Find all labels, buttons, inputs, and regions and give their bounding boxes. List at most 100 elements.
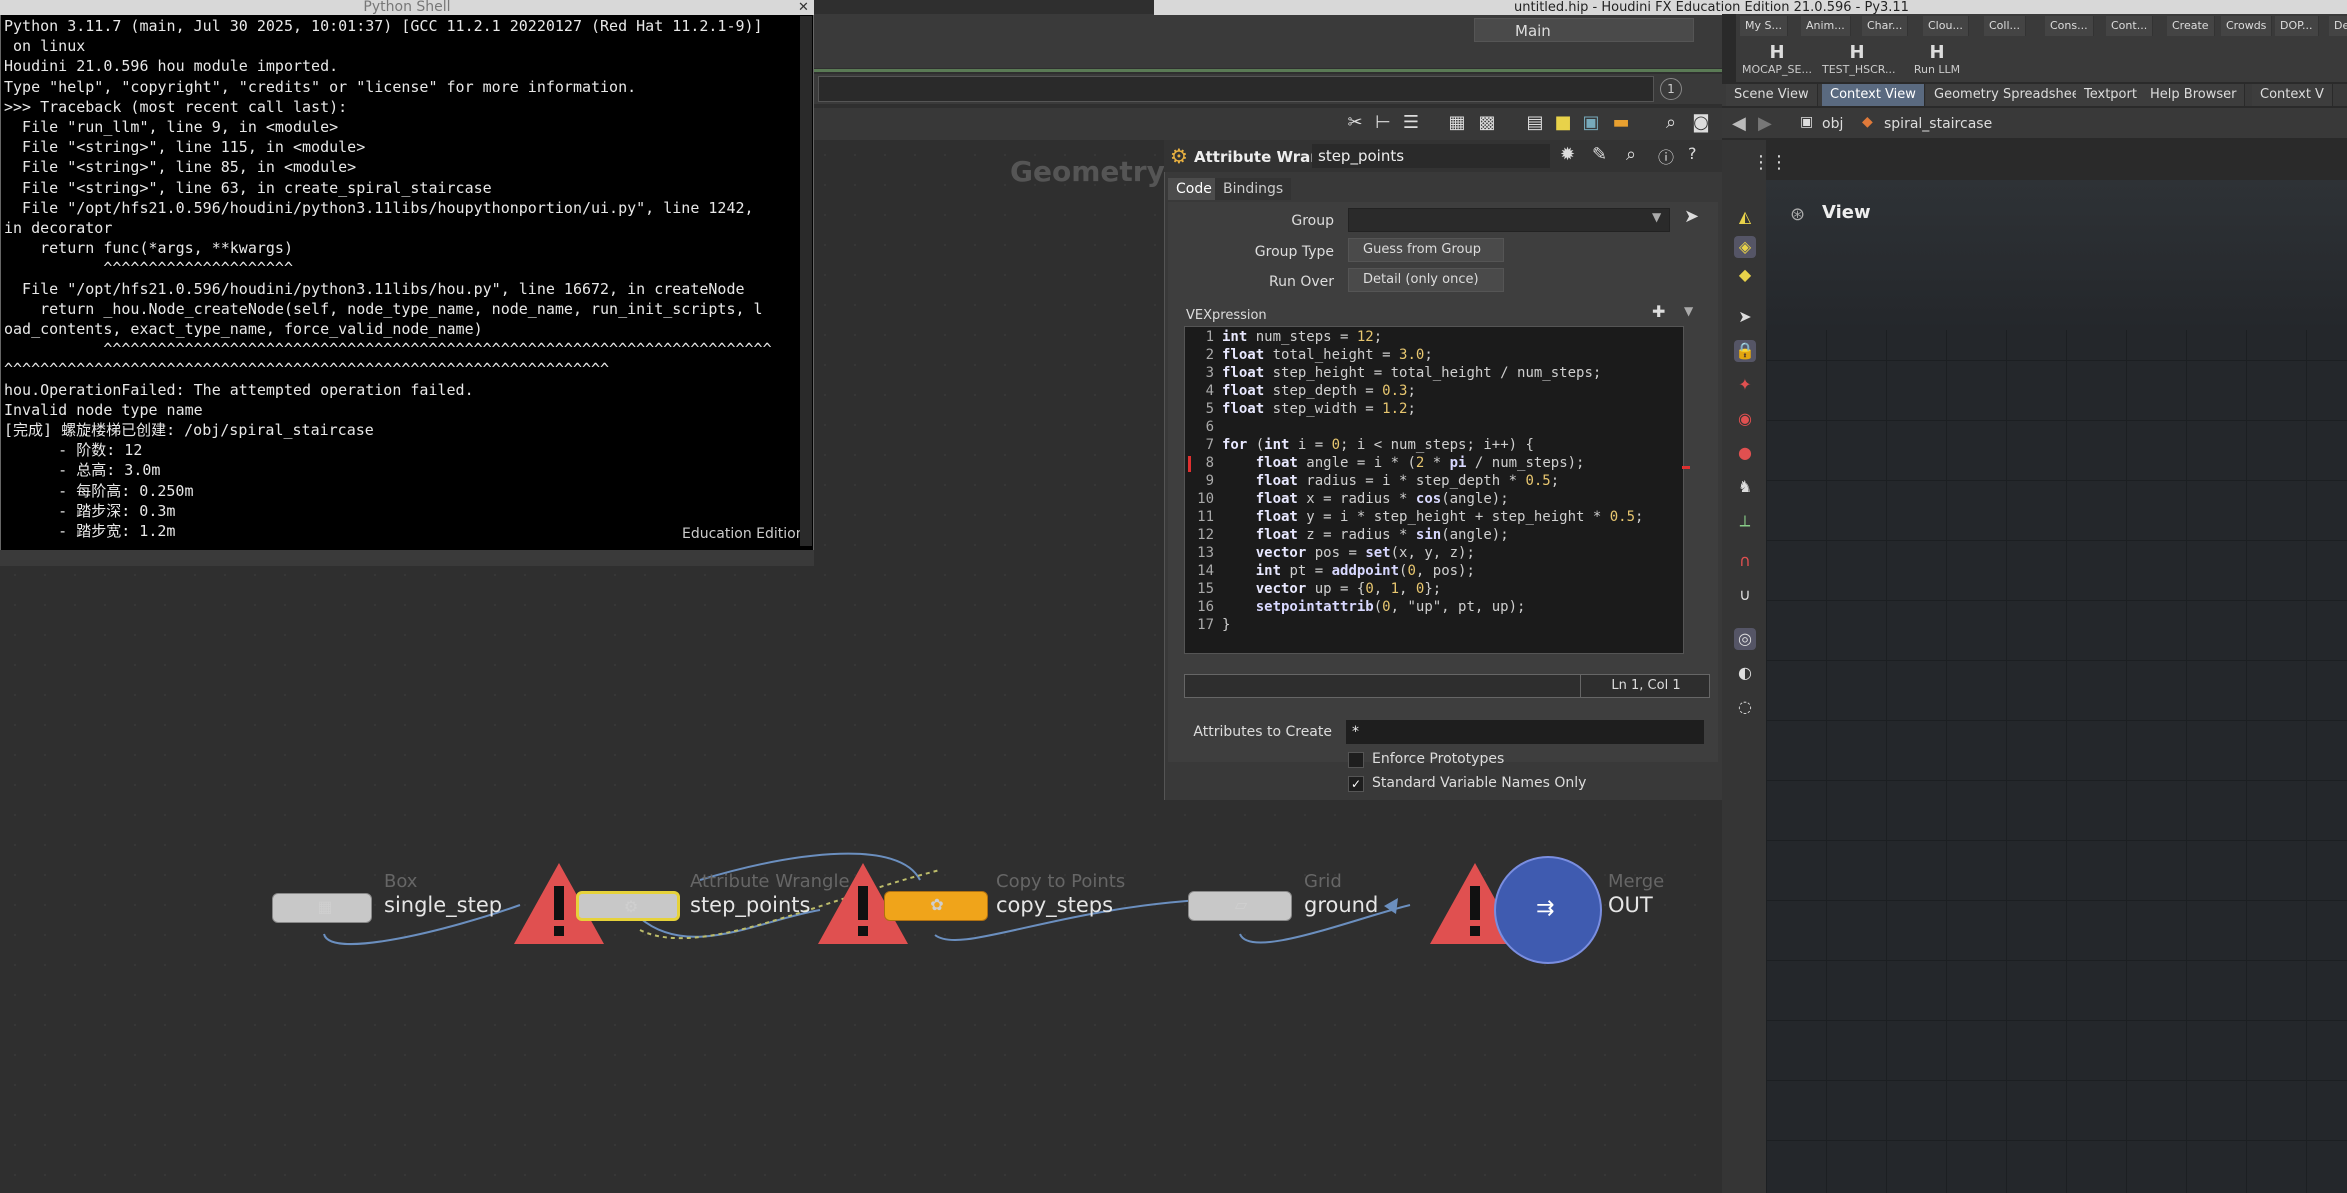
shelf-tab[interactable]: Crowds — [2221, 16, 2273, 36]
axis-icon[interactable]: ⟂ — [1734, 510, 1756, 532]
code-text: float total_height = 3.0; — [1222, 347, 1433, 363]
pane-tab[interactable]: Context V — [2252, 84, 2333, 106]
enforce-prototypes-checkbox[interactable] — [1348, 752, 1364, 768]
context-node[interactable]: spiral_staircase — [1884, 116, 1992, 132]
search-icon[interactable]: ⌕ — [1626, 144, 1636, 165]
shell-line: ^^^^^^^^^^^^^^^^^^^^^^^^^^^^^^^^^^^^^^^^… — [4, 360, 610, 379]
select-icon[interactable]: ◭ — [1734, 206, 1756, 228]
code-text: float x = radius * cos(angle); — [1255, 491, 1509, 507]
shell-line: return func(*args, **kwargs) — [4, 239, 293, 258]
display-icon[interactable]: ◎ — [1734, 628, 1756, 650]
line-number: 1 — [1205, 329, 1214, 345]
line-number: 16 — [1197, 599, 1214, 615]
shelf-tool[interactable]: H MOCAP_SE... — [1742, 42, 1812, 76]
shelf-tool[interactable]: H TEST_HSCR... — [1822, 42, 1896, 76]
info-icon[interactable]: ⓘ — [1658, 144, 1674, 168]
houdini-tool-icon: H — [1769, 42, 1785, 63]
shelf-tab[interactable]: Defo... — [2329, 16, 2347, 36]
group-type-menu[interactable]: Guess from Group — [1348, 238, 1504, 262]
shelf-tab[interactable]: DOP... — [2275, 16, 2319, 36]
line-number: 15 — [1197, 581, 1214, 597]
help-icon[interactable]: ? — [1688, 144, 1697, 163]
add-snippet-icon[interactable]: ✚ — [1652, 302, 1665, 321]
python-shell-output[interactable]: Python 3.11.7 (main, Jul 30 2025, 10:01:… — [4, 16, 794, 541]
python-shell-scrollbar[interactable] — [800, 16, 812, 546]
shelf-tab[interactable]: Cons... — [2045, 16, 2094, 36]
shelf-tab[interactable]: Cont... — [2106, 16, 2154, 36]
brush-icon[interactable]: ✎ — [1592, 144, 1607, 165]
node-type-label: Copy to Points — [996, 871, 1126, 892]
shelf-tab[interactable]: Char... — [1862, 16, 1909, 36]
viewport-label: View — [1822, 202, 1871, 223]
pane-tab[interactable]: Geometry Spreadsheet — [1926, 84, 2094, 106]
lock-icon[interactable]: 🔒 — [1734, 340, 1756, 362]
magnet-icon[interactable]: ∩ — [1734, 550, 1756, 572]
line-number: 14 — [1197, 563, 1214, 579]
shell-line: - 踏步宽: 1.2m — [4, 522, 176, 541]
shelf-tab[interactable]: Create — [2167, 16, 2215, 36]
code-line: 13 vector pos = set(x, y, z); — [1184, 544, 1643, 562]
pane-tab[interactable]: Help Browser — [2142, 84, 2246, 106]
attributes-to-create-field[interactable]: * — [1346, 720, 1704, 744]
code-text: float radius = i * step_depth * 0.5; — [1255, 473, 1560, 489]
code-line: 12 float z = radius * sin(angle); — [1184, 526, 1643, 544]
node-box[interactable]: ▦ — [272, 893, 372, 923]
enforce-prototypes-label: Enforce Prototypes — [1372, 751, 1505, 767]
line-number: 12 — [1197, 527, 1214, 543]
render-icon[interactable]: ◌ — [1734, 696, 1756, 718]
pane-tab[interactable]: Scene View — [1726, 84, 1818, 106]
shelf-tab[interactable]: Anim... — [1801, 16, 1851, 36]
code-line: 14 int pt = addpoint(0, pos); — [1184, 562, 1643, 580]
person-icon[interactable]: ♞ — [1734, 476, 1756, 498]
pointer-icon[interactable]: ➤ — [1734, 306, 1756, 328]
vex-code-text[interactable]: 1 int num_steps = 12; 2 float total_height … — [1184, 328, 1643, 634]
python-shell-hscrollbar[interactable] — [0, 550, 814, 566]
object-icon[interactable]: ● — [1734, 442, 1756, 464]
line-number: 3 — [1205, 365, 1214, 381]
3d-viewport[interactable] — [1766, 180, 2347, 1193]
forward-icon[interactable]: ▶ — [1758, 113, 1772, 134]
shelf-tool[interactable]: H Run LLM — [1902, 42, 1972, 76]
group-field[interactable] — [1348, 208, 1670, 232]
wrangle-icon: ⚙ — [623, 897, 639, 916]
node-grid[interactable]: ▱ — [1188, 891, 1292, 921]
standard-names-checkbox[interactable]: ✓ — [1348, 776, 1364, 792]
tab-code[interactable]: Code — [1168, 178, 1220, 200]
node-copy-to-points[interactable]: ✿ — [884, 891, 988, 921]
context-root[interactable]: obj — [1822, 116, 1843, 132]
node-merge[interactable]: ⇉ — [1494, 856, 1602, 964]
shelf-tab[interactable]: Clou... — [1923, 16, 1969, 36]
ghost-icon[interactable]: ◐ — [1734, 662, 1756, 684]
node-wrangle[interactable]: ⚙ — [576, 891, 680, 921]
code-line: 4 float step_depth = 0.3; — [1184, 382, 1643, 400]
chevron-down-icon[interactable]: ▼ — [1684, 304, 1693, 318]
arrow-select-icon[interactable]: ➤ — [1684, 206, 1699, 227]
shelf-tab[interactable]: Coll... — [1984, 16, 2027, 36]
edition-label: Education Edition — [682, 526, 805, 542]
handle-icon[interactable]: ◆ — [1734, 264, 1756, 286]
window-title: untitled.hip - Houdini FX Education Edit… — [1514, 0, 1909, 15]
shell-line: - 阶数: 12 — [4, 441, 143, 460]
shell-line: Type "help", "copyright", "credits" or "… — [4, 77, 637, 96]
code-line: 17} — [1184, 616, 1643, 634]
light-icon[interactable]: ✦ — [1734, 374, 1756, 396]
shell-line: File "<string>", line 63, in create_spir… — [4, 178, 492, 197]
chevron-down-icon[interactable]: ▼ — [1652, 210, 1661, 224]
close-icon[interactable]: ✕ — [798, 0, 809, 15]
back-icon[interactable]: ◀ — [1732, 113, 1746, 134]
transform-icon[interactable]: ◈ — [1734, 236, 1756, 258]
copy-icon: ✿ — [930, 895, 944, 914]
viewport-menu-icon[interactable]: ⋮⋮ — [1752, 152, 1788, 173]
camera-icon[interactable]: ◉ — [1734, 408, 1756, 430]
snap-icon[interactable]: ∪ — [1734, 584, 1756, 606]
line-number: 17 — [1197, 617, 1214, 633]
box-icon: ▦ — [317, 897, 333, 916]
gear-icon[interactable]: ✹ — [1560, 144, 1575, 165]
run-over-menu[interactable]: Detail (only once) — [1348, 268, 1504, 292]
shell-line: [完成] 螺旋楼梯已创建: /obj/spiral_staircase — [4, 421, 374, 440]
tab-bindings[interactable]: Bindings — [1215, 178, 1292, 200]
pane-tab[interactable]: Context View — [1822, 84, 1925, 106]
shelf-tab[interactable]: My S... — [1740, 16, 1788, 36]
pane-tab[interactable]: Textport — [2076, 84, 2146, 106]
node-name-field[interactable]: step_points — [1312, 144, 1550, 168]
